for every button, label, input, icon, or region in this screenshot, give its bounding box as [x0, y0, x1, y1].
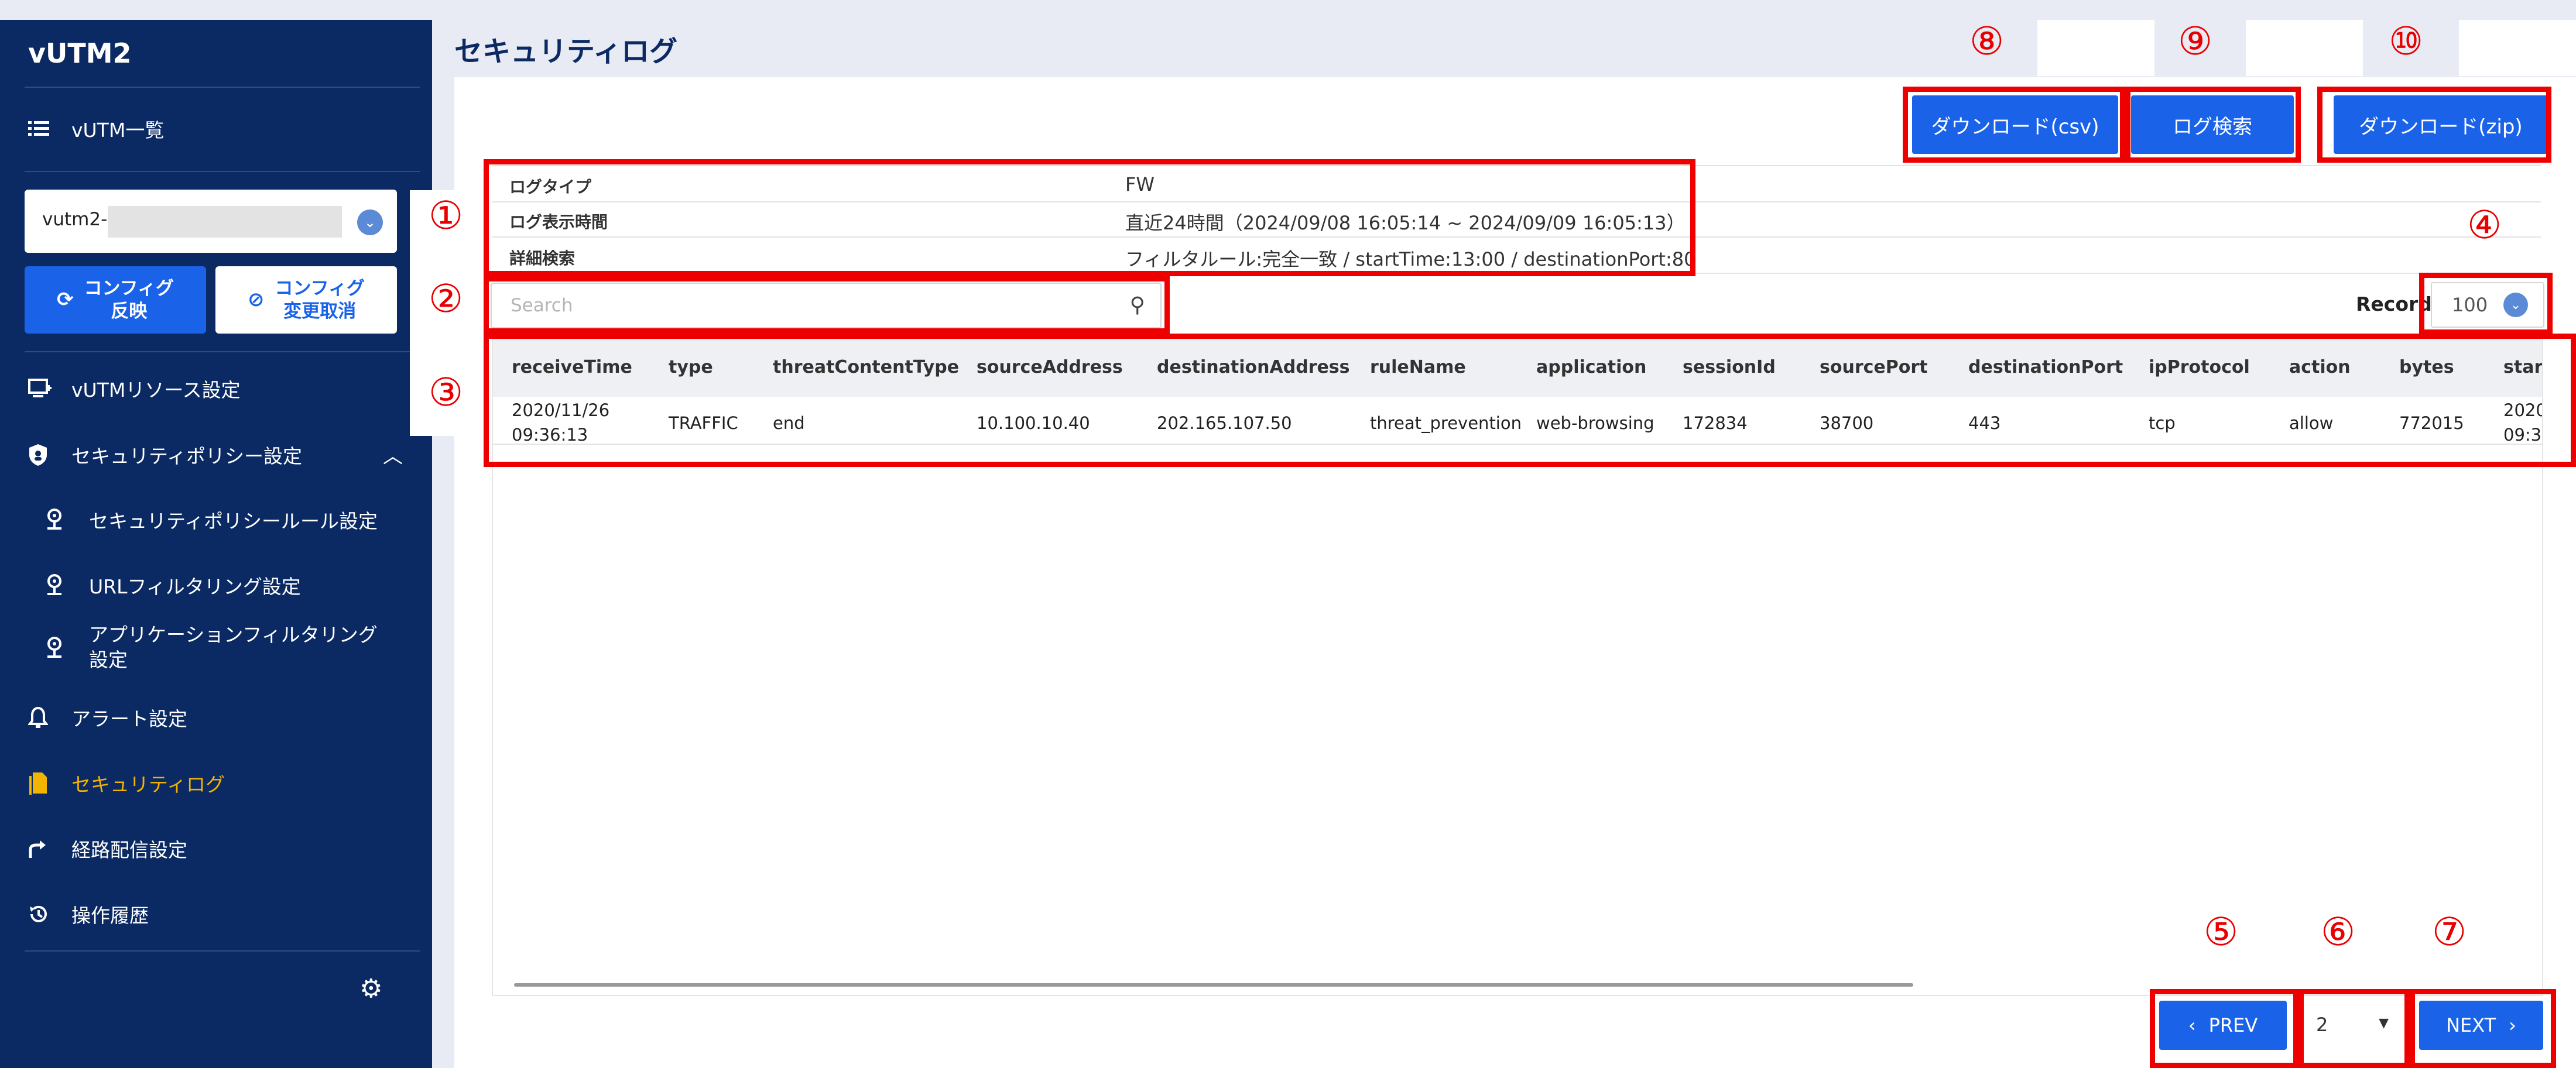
annotation-background	[2459, 20, 2576, 76]
annotation-number: ⑧	[1969, 19, 2005, 64]
document-icon	[28, 771, 61, 795]
sidebar-item-history[interactable]: 操作履歴	[28, 900, 149, 928]
sidebar-item-policy-rule[interactable]: セキュリティポリシールール設定	[46, 506, 378, 534]
sync-icon: ⟳	[57, 288, 74, 312]
annotation-background	[2037, 20, 2154, 76]
masked-text	[108, 206, 342, 238]
annotation-number: ⑨	[2178, 19, 2213, 64]
sidebar-item-label: vUTMリソース設定	[71, 379, 241, 401]
location-pin-icon	[46, 508, 78, 531]
shield-icon	[28, 443, 61, 466]
annotation-box-7	[2410, 989, 2556, 1068]
list-icon	[28, 120, 61, 138]
sidebar-item-label: 経路配信設定	[71, 839, 187, 861]
page-title: セキュリティログ	[454, 35, 678, 68]
sidebar-item-url-filter[interactable]: URLフィルタリング設定	[46, 571, 301, 599]
sidebar: vUTM2 vUTM一覧 vutm2- ⌄ ⟳ コンフィグ 反映 ⊘ コンフィグ変…	[0, 20, 432, 1068]
annotation-box-6	[2298, 989, 2410, 1068]
annotation-box-1	[484, 159, 1695, 276]
config-cancel-label-1: コンフィグ	[275, 277, 365, 299]
config-apply-label-1: コンフィグ	[84, 277, 174, 299]
sidebar-item-app-filter[interactable]: アプリケーションフィルタリング 設定	[46, 623, 378, 673]
sidebar-item-security-log[interactable]: セキュリティログ	[28, 769, 225, 797]
gear-icon[interactable]: ⚙	[359, 974, 382, 1004]
annotation-number: ⑩	[2389, 19, 2424, 64]
sidebar-item-label: URLフィルタリング設定	[89, 575, 301, 598]
horizontal-scrollbar[interactable]	[514, 983, 1913, 987]
vutm-select[interactable]: vutm2- ⌄	[25, 190, 397, 253]
sidebar-item-vutm-resource[interactable]: vUTMリソース設定	[28, 375, 241, 403]
sidebar-item-label: セキュリティポリシールール設定	[89, 510, 378, 533]
turn-arrow-icon	[28, 838, 61, 859]
annotation-box-3	[484, 334, 2576, 467]
add-to-queue-icon	[28, 379, 61, 399]
annotation-number: ③	[429, 370, 464, 415]
annotation-box-5	[2150, 989, 2298, 1068]
config-cancel-label-2: 変更取消	[283, 300, 357, 322]
annotation-number: ⑤	[2204, 909, 2239, 954]
bell-icon	[28, 706, 61, 729]
chevron-down-icon: ⌄	[357, 210, 383, 235]
annotation-box-4	[2419, 273, 2553, 335]
sidebar-item-vutm-list[interactable]: vUTM一覧	[28, 115, 164, 143]
sidebar-item-label: vUTM一覧	[71, 119, 165, 142]
history-icon	[28, 904, 61, 925]
sync-disabled-icon: ⊘	[248, 288, 265, 312]
annotation-number: ②	[429, 276, 464, 321]
vutm-select-value: vutm2-	[42, 209, 108, 230]
chevron-up-icon[interactable]: ︿	[383, 440, 403, 469]
sidebar-item-alert[interactable]: アラート設定	[28, 703, 187, 732]
sidebar-item-route-distribution[interactable]: 経路配信設定	[28, 835, 187, 863]
sidebar-item-label: セキュリティログ	[71, 773, 225, 796]
config-apply-label-2: 反映	[111, 300, 148, 322]
annotation-number: ①	[429, 193, 464, 238]
sidebar-item-label: 操作履歴	[71, 904, 149, 927]
annotation-number: ④	[2467, 202, 2502, 248]
location-pin-icon	[46, 574, 78, 597]
config-apply-button[interactable]: ⟳ コンフィグ 反映	[25, 266, 206, 334]
annotation-box-10	[2317, 87, 2551, 163]
annotation-box-9	[2125, 87, 2301, 163]
annotation-number: ⑦	[2432, 909, 2467, 954]
brand-title: vUTM2	[28, 37, 132, 69]
annotation-background	[2246, 20, 2363, 76]
sidebar-divider	[25, 87, 420, 88]
sidebar-divider	[25, 171, 420, 172]
sidebar-item-security-policy[interactable]: セキュリティポリシー設定 ︿	[28, 440, 403, 469]
sidebar-item-label-2: 設定	[89, 648, 128, 671]
annotation-number: ⑥	[2321, 909, 2356, 954]
sidebar-item-label: セキュリティポリシー設定	[71, 444, 303, 468]
annotation-box-2	[484, 276, 1170, 334]
annotation-box-8	[1903, 87, 2125, 163]
config-cancel-button[interactable]: ⊘ コンフィグ 変更取消	[215, 266, 397, 334]
sidebar-divider	[25, 351, 420, 352]
location-pin-icon	[46, 636, 78, 660]
sidebar-item-label: アプリケーションフィルタリング	[89, 623, 378, 646]
sidebar-item-label: アラート設定	[71, 708, 187, 730]
sidebar-divider	[25, 950, 420, 952]
